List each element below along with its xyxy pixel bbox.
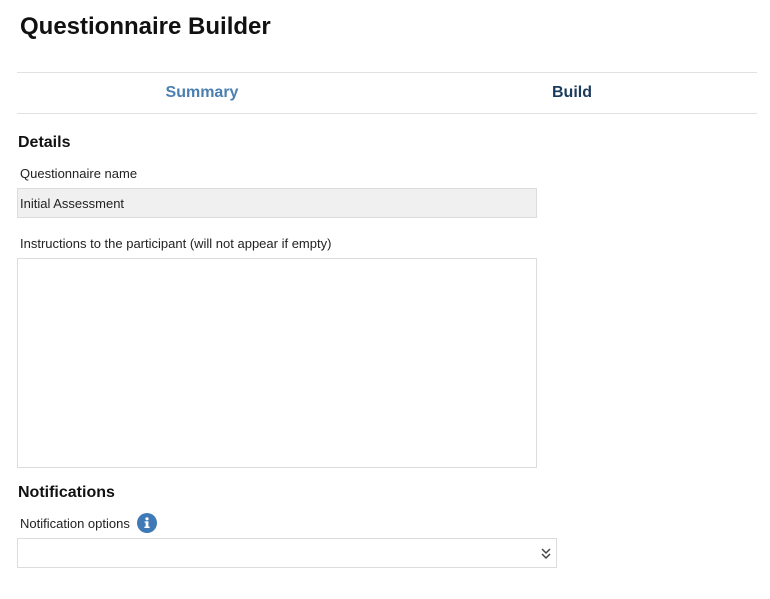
instructions-textarea[interactable] — [17, 258, 537, 468]
notifications-heading: Notifications — [18, 484, 115, 501]
notification-options-select[interactable] — [17, 538, 557, 568]
questionnaire-name-label: Questionnaire name — [20, 166, 138, 181]
notification-options-label: Notification options — [20, 516, 130, 531]
double-chevron-down-icon — [540, 547, 552, 561]
info-icon[interactable] — [137, 513, 157, 533]
page-title: Questionnaire Builder — [20, 13, 271, 40]
tab-build[interactable]: Build — [387, 73, 757, 113]
tab-summary[interactable]: Summary — [17, 73, 387, 113]
instructions-label: Instructions to the participant (will no… — [20, 236, 332, 251]
questionnaire-name-input[interactable] — [17, 188, 537, 218]
details-heading: Details — [18, 134, 71, 151]
tab-bar: Summary Build — [17, 72, 757, 114]
